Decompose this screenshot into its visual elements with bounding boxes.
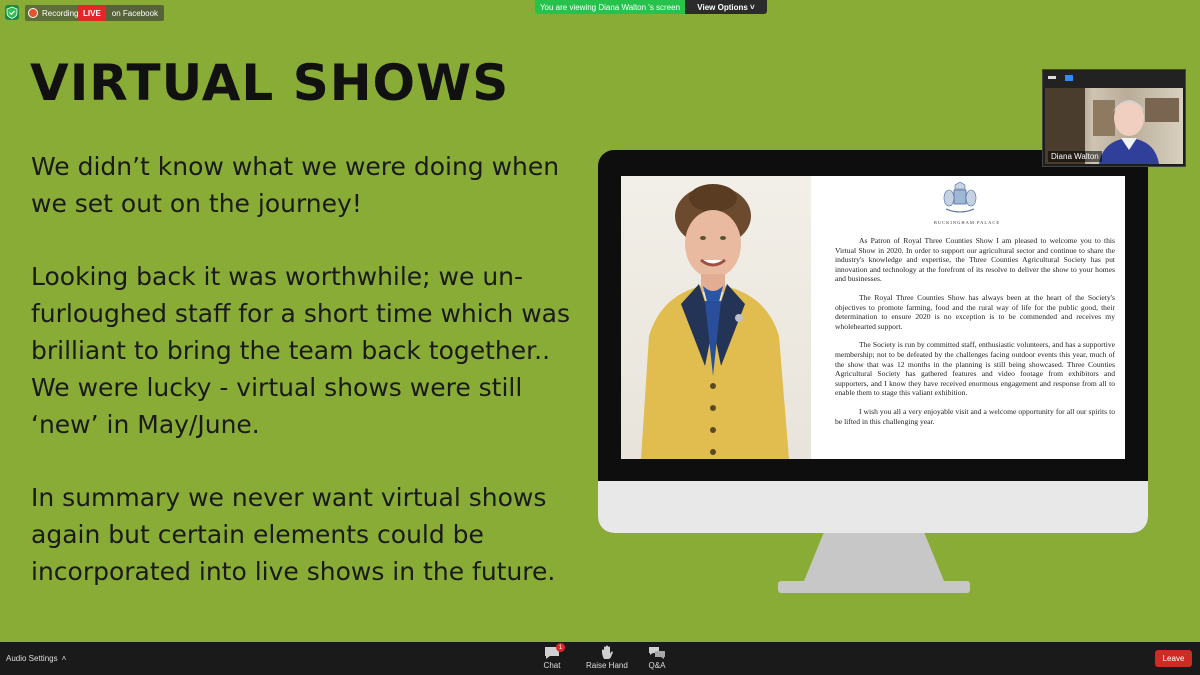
screen-share-banner: You are viewing Diana Walton 's screen V… bbox=[535, 0, 767, 14]
qa-button[interactable]: Q&A bbox=[648, 645, 666, 670]
participant-name: Diana Walton bbox=[1048, 151, 1102, 162]
view-options-button[interactable]: View Options ˅ bbox=[685, 0, 767, 14]
leave-button[interactable]: Leave bbox=[1155, 650, 1192, 667]
audio-settings-button[interactable]: Audio Settings ˄ bbox=[6, 654, 66, 663]
letter-paragraph: As Patron of Royal Three Counties Show I… bbox=[835, 236, 1115, 284]
letter-body: As Patron of Royal Three Counties Show I… bbox=[835, 236, 1115, 435]
security-shield-icon[interactable] bbox=[5, 5, 19, 20]
slide-paragraph: Looking back it was worthwhile; we un-fu… bbox=[31, 262, 571, 439]
chat-icon: 1 bbox=[543, 643, 565, 661]
raise-hand-icon bbox=[598, 645, 616, 661]
slide-paragraph: In summary we never want virtual shows a… bbox=[31, 483, 556, 586]
minimize-icon[interactable] bbox=[1048, 76, 1056, 79]
qa-label: Q&A bbox=[648, 661, 666, 670]
meeting-toolbar: Audio Settings ˄ 1 Chat Raise Hand Q&A L… bbox=[0, 642, 1200, 675]
recording-label: Recording bbox=[42, 8, 79, 18]
monitor-base bbox=[778, 581, 970, 593]
letter-paragraph: The Society is run by committed staff, e… bbox=[835, 340, 1115, 398]
recording-indicator[interactable]: Recording bbox=[25, 5, 83, 21]
letter-paragraph: The Royal Three Counties Show has always… bbox=[835, 292, 1115, 331]
slide-body: We didn’t know what we were doing when w… bbox=[31, 148, 591, 626]
slide-paragraph: We didn’t know what we were doing when w… bbox=[31, 152, 560, 218]
livestream-indicator[interactable]: LIVE on Facebook bbox=[78, 5, 165, 21]
royal-crest-icon bbox=[941, 181, 979, 216]
chevron-up-icon: ˄ bbox=[61, 654, 67, 663]
live-destination: on Facebook bbox=[105, 5, 165, 21]
audio-settings-label: Audio Settings bbox=[6, 654, 58, 663]
portrait-photo bbox=[621, 176, 811, 459]
raise-hand-label: Raise Hand bbox=[586, 661, 628, 670]
live-badge: LIVE bbox=[78, 5, 106, 21]
letter-heading: BUCKINGHAM PALACE bbox=[933, 220, 1001, 225]
letter-paragraph: I wish you all a very enjoyable visit an… bbox=[835, 406, 1115, 426]
monitor-screen: BUCKINGHAM PALACE As Patron of Royal Thr… bbox=[621, 176, 1125, 459]
participant-video-tile[interactable]: Diana Walton bbox=[1042, 69, 1186, 167]
slide-title: VIRTUAL SHOWS bbox=[30, 54, 510, 112]
monitor-chin bbox=[598, 481, 1148, 533]
chat-unread-badge: 1 bbox=[556, 643, 565, 652]
video-view-icon[interactable] bbox=[1065, 75, 1073, 81]
viewing-notice: You are viewing Diana Walton 's screen bbox=[535, 0, 685, 14]
palace-letter: BUCKINGHAM PALACE As Patron of Royal Thr… bbox=[817, 176, 1120, 459]
monitor-stand bbox=[804, 533, 944, 581]
raise-hand-button[interactable]: Raise Hand bbox=[586, 645, 628, 670]
chat-button[interactable]: 1 Chat bbox=[543, 643, 565, 670]
qa-icon bbox=[648, 645, 666, 661]
recording-dot-icon bbox=[28, 8, 38, 18]
chat-label: Chat bbox=[543, 661, 561, 670]
video-tile-controls bbox=[1043, 70, 1185, 88]
participant-video-feed: Diana Walton bbox=[1045, 88, 1183, 164]
